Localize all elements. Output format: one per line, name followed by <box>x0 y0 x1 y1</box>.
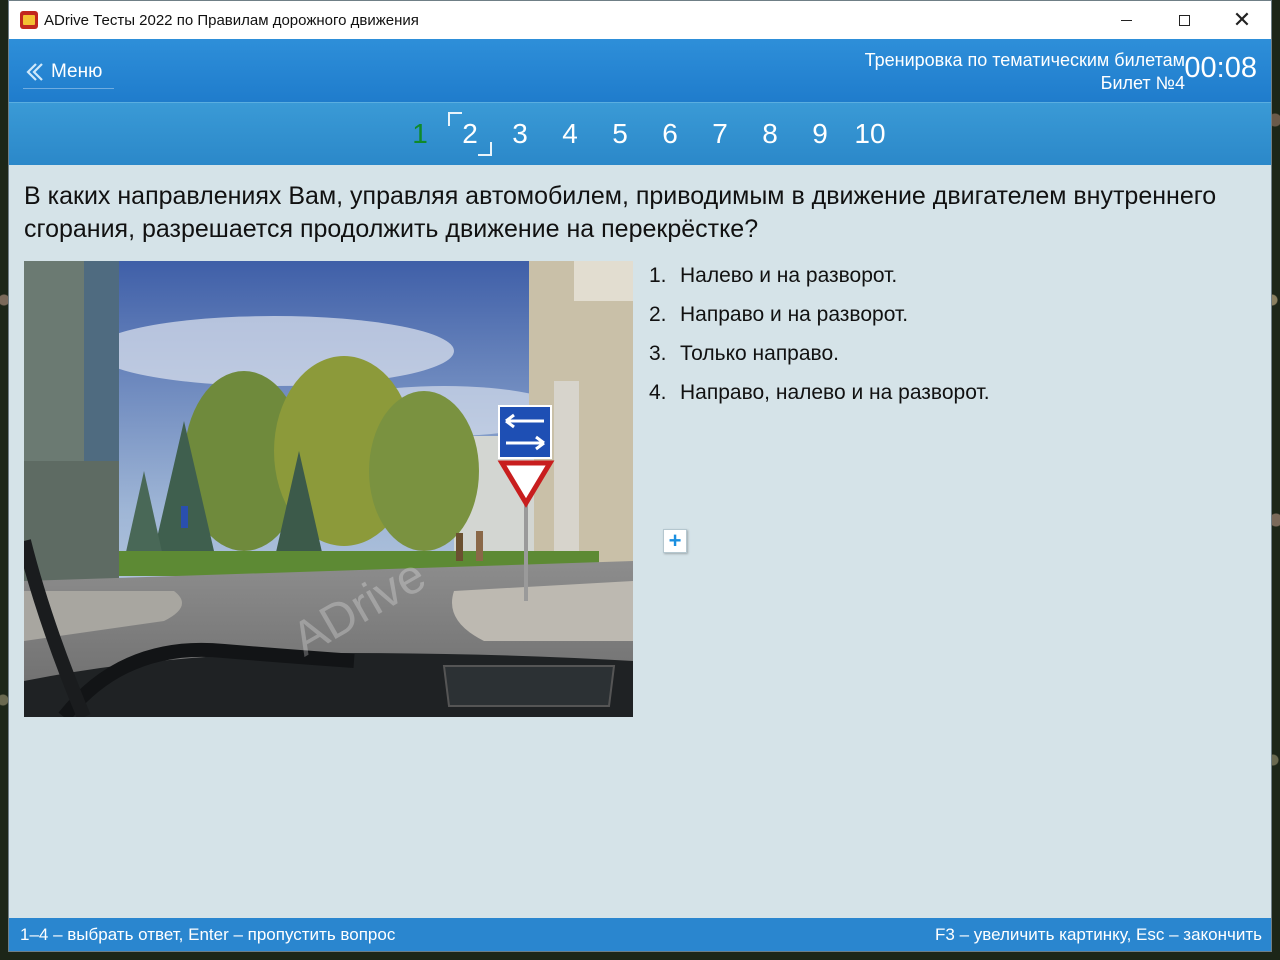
question-navigator: 1 2 3 4 5 6 7 8 9 10 <box>9 102 1271 165</box>
back-chevron-icon <box>23 60 47 84</box>
minimize-button[interactable] <box>1097 1 1155 39</box>
question-number-10[interactable]: 10 <box>845 112 895 156</box>
minimize-icon <box>1120 19 1132 21</box>
answer-option-4[interactable]: 4. Направо, налево и на разворот. <box>649 380 990 405</box>
question-number-7[interactable]: 7 <box>695 112 745 156</box>
ticket-info: Тренировка по тематическим билетам Билет… <box>865 49 1185 95</box>
answer-option-1[interactable]: 1. Налево и на разворот. <box>649 263 990 288</box>
app-logo-icon <box>20 11 38 29</box>
question-content: В каких направлениях Вам, управляя автом… <box>9 166 1271 919</box>
mode-title: Тренировка по тематическим билетам <box>864 50 1185 70</box>
answer-number: 4. <box>649 381 667 404</box>
answer-text: Налево и на разворот. <box>680 264 898 287</box>
question-number-5[interactable]: 5 <box>595 112 645 156</box>
title-bar: ADrive Тесты 2022 по Правилам дорожного … <box>9 1 1271 39</box>
answer-text: Направо и на разворот. <box>680 303 909 326</box>
answer-text: Только направо. <box>680 342 839 365</box>
menu-label: Меню <box>51 60 103 82</box>
window-title: ADrive Тесты 2022 по Правилам дорожного … <box>44 11 419 29</box>
menu-button[interactable]: Меню <box>23 55 115 89</box>
intersection-scene-illustration: ADrive <box>24 261 633 717</box>
question-number-4[interactable]: 4 <box>545 112 595 156</box>
question-number-2[interactable]: 2 <box>445 112 495 156</box>
close-icon: ✕ <box>1232 7 1252 32</box>
app-window: ADrive Тесты 2022 по Правилам дорожного … <box>8 0 1272 952</box>
maximize-icon <box>1178 14 1190 26</box>
answer-option-3[interactable]: 3. Только направо. <box>649 341 990 366</box>
question-text: В каких направлениях Вам, управляя автом… <box>24 182 1217 243</box>
maximize-button[interactable] <box>1155 1 1213 39</box>
hotkey-hint-bar: 1–4 – выбрать ответ, Enter – пропустить … <box>9 918 1271 951</box>
plus-icon: + <box>668 528 682 553</box>
ticket-number: Билет №4 <box>1100 73 1185 93</box>
question-number-9[interactable]: 9 <box>795 112 845 156</box>
answer-text: Направо, налево и на разворот. <box>680 381 990 404</box>
answer-hotkeys-hint: 1–4 – выбрать ответ, Enter – пропустить … <box>20 924 396 944</box>
question-number-8[interactable]: 8 <box>745 112 795 156</box>
question-number-1[interactable]: 1 <box>395 112 445 156</box>
question-number-3[interactable]: 3 <box>495 112 545 156</box>
question-number-list: 1 2 3 4 5 6 7 8 9 10 <box>395 112 895 156</box>
image-exit-hotkeys-hint: F3 – увеличить картинку, Esc – закончить <box>935 924 1262 944</box>
answer-option-2[interactable]: 2. Направо и на разворот. <box>649 302 990 327</box>
answer-list: 1. Налево и на разворот. 2. Направо и на ра… <box>649 263 990 419</box>
zoom-image-button[interactable]: + <box>663 529 687 553</box>
window-controls: ✕ <box>1097 1 1271 39</box>
answer-number: 3. <box>649 342 667 365</box>
question-image[interactable]: ADrive <box>24 261 633 717</box>
answer-number: 1. <box>649 264 667 287</box>
timer: 00:08 <box>1184 52 1257 84</box>
close-button[interactable]: ✕ <box>1213 1 1271 39</box>
app-header: Меню Тренировка по тематическим билетам … <box>9 39 1271 102</box>
answer-number: 2. <box>649 303 667 326</box>
question-number-6[interactable]: 6 <box>645 112 695 156</box>
